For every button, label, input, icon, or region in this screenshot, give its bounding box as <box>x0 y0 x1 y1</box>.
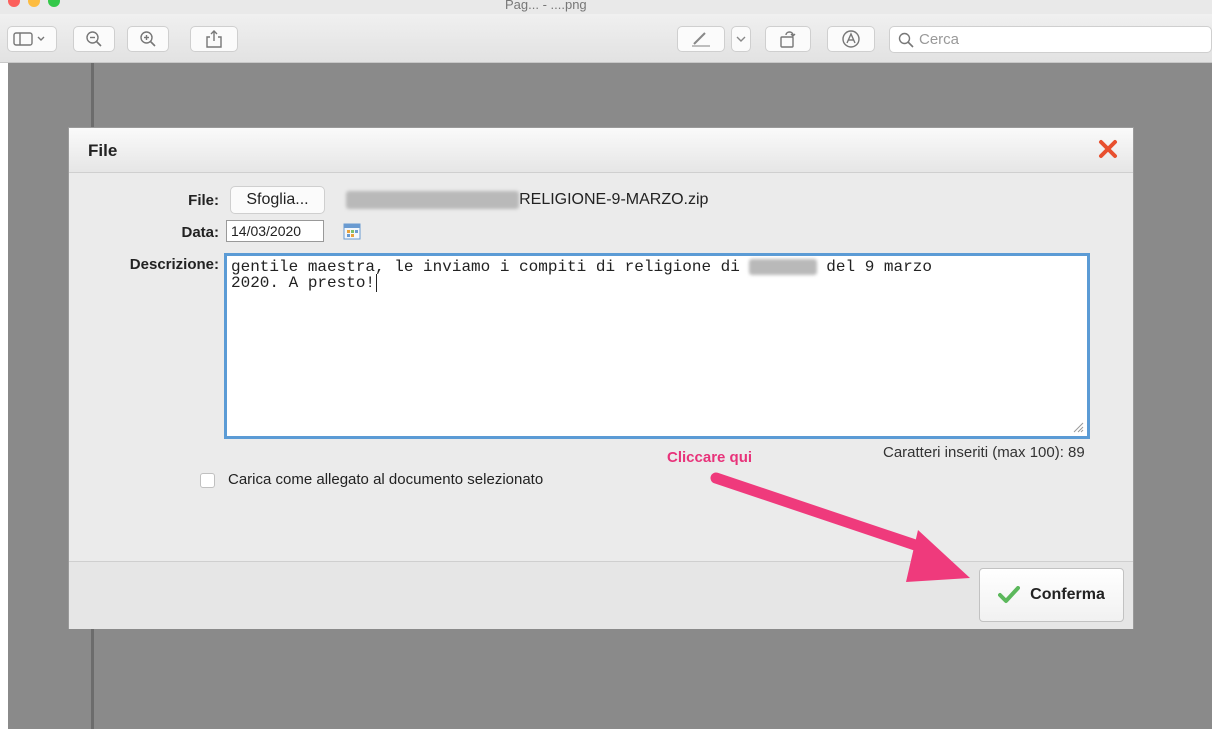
checkmark-icon <box>998 586 1021 603</box>
confirm-button-label: Conferma <box>1030 586 1105 603</box>
minimize-window-button[interactable] <box>28 0 40 7</box>
resize-grip-icon[interactable] <box>1072 421 1084 433</box>
toolbar: Cerca <box>0 14 1212 63</box>
text-cursor <box>376 274 378 292</box>
attach-checkbox[interactable] <box>200 473 215 488</box>
rotate-button[interactable] <box>765 26 811 52</box>
zoom-out-icon <box>86 31 102 47</box>
description-textarea[interactable]: gentile maestra, le inviamo i compiti di… <box>224 253 1090 439</box>
search-input[interactable]: Cerca <box>889 26 1212 53</box>
calendar-icon[interactable] <box>343 222 361 240</box>
dialog-footer <box>69 561 1133 629</box>
file-upload-dialog: File File: Sfoglia... MARTINA-XXXXXXXXXR… <box>68 127 1134 629</box>
zoom-window-button[interactable] <box>48 0 60 7</box>
description-line2: 2020. A presto! <box>231 274 376 292</box>
redacted-filename-prefix: MARTINA-XXXXXXXXX <box>346 191 520 209</box>
search-icon <box>898 32 914 48</box>
zoom-in-icon <box>140 31 156 47</box>
description-line1-suffix: del 9 marzo <box>816 258 932 276</box>
close-icon[interactable] <box>1095 136 1121 162</box>
pen-icon <box>692 32 710 47</box>
browse-button[interactable]: Sfoglia... <box>230 186 325 214</box>
markup-toolbar-icon <box>842 30 860 48</box>
window-title-bar: Pag... - ....png <box>0 0 1212 14</box>
annotate-button[interactable] <box>827 26 875 52</box>
dialog-title: File <box>88 141 118 160</box>
selected-file-name: MARTINA-XXXXXXXXXRELIGIONE-9-MARZO.zip <box>346 191 708 209</box>
file-label: File: <box>188 192 219 209</box>
description-label: Descrizione: <box>129 256 219 273</box>
close-window-button[interactable] <box>8 0 20 7</box>
sidebar-toggle-button[interactable] <box>7 26 57 52</box>
chevron-down-icon <box>736 36 746 42</box>
markup-pen-button[interactable] <box>677 26 725 52</box>
date-field[interactable]: 14/03/2020 <box>226 220 324 242</box>
zoom-in-button[interactable] <box>127 26 169 52</box>
attach-checkbox-label[interactable]: Carica come allegato al documento selezi… <box>228 471 543 488</box>
selected-file-name-text: RELIGIONE-9-MARZO.zip <box>519 191 709 208</box>
window-title: Pag... - ....png <box>505 0 587 12</box>
confirm-button[interactable]: Conferma <box>979 568 1124 622</box>
share-button[interactable] <box>190 26 238 52</box>
click-here-annotation: Cliccare qui <box>667 449 753 466</box>
dialog-header: File <box>69 128 1133 173</box>
date-label: Data: <box>181 224 219 241</box>
sidebar-icon <box>13 32 45 46</box>
char-counter: Caratteri inseriti (max 100): 89 <box>883 444 1085 461</box>
zoom-out-button[interactable] <box>73 26 115 52</box>
rotate-icon <box>780 31 796 48</box>
markup-dropdown-button[interactable] <box>731 26 751 52</box>
search-placeholder: Cerca <box>919 31 960 48</box>
redacted-student-name: Martina <box>749 259 817 275</box>
share-icon <box>206 30 222 48</box>
